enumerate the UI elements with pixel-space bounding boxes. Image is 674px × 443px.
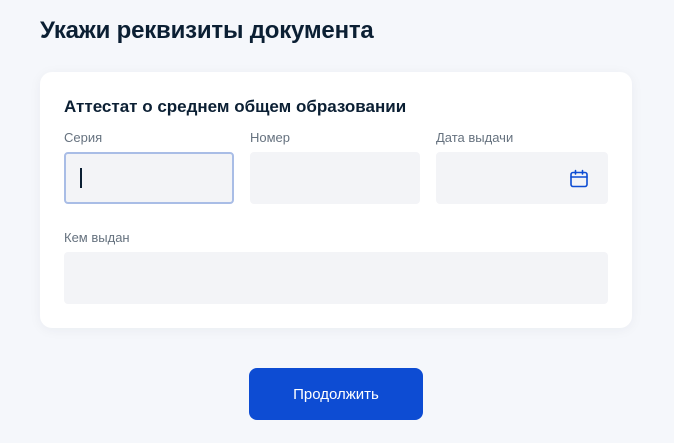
- calendar-icon[interactable]: [569, 169, 589, 189]
- issue-date-input[interactable]: [436, 152, 608, 204]
- issue-date-label: Дата выдачи: [436, 130, 514, 145]
- document-details-card: Аттестат о среднем общем образовании Сер…: [40, 72, 632, 328]
- number-label: Номер: [250, 130, 291, 145]
- text-caret: [80, 168, 82, 188]
- document-type-title: Аттестат о среднем общем образовании: [64, 97, 407, 116]
- issued-by-input[interactable]: [64, 252, 608, 304]
- continue-button[interactable]: Продолжить: [249, 368, 423, 420]
- page-title: Укажи реквизиты документа: [40, 17, 374, 44]
- series-label: Серия: [64, 130, 103, 145]
- issued-by-label: Кем выдан: [64, 230, 130, 245]
- series-input[interactable]: [64, 152, 234, 204]
- number-input[interactable]: [250, 152, 420, 204]
